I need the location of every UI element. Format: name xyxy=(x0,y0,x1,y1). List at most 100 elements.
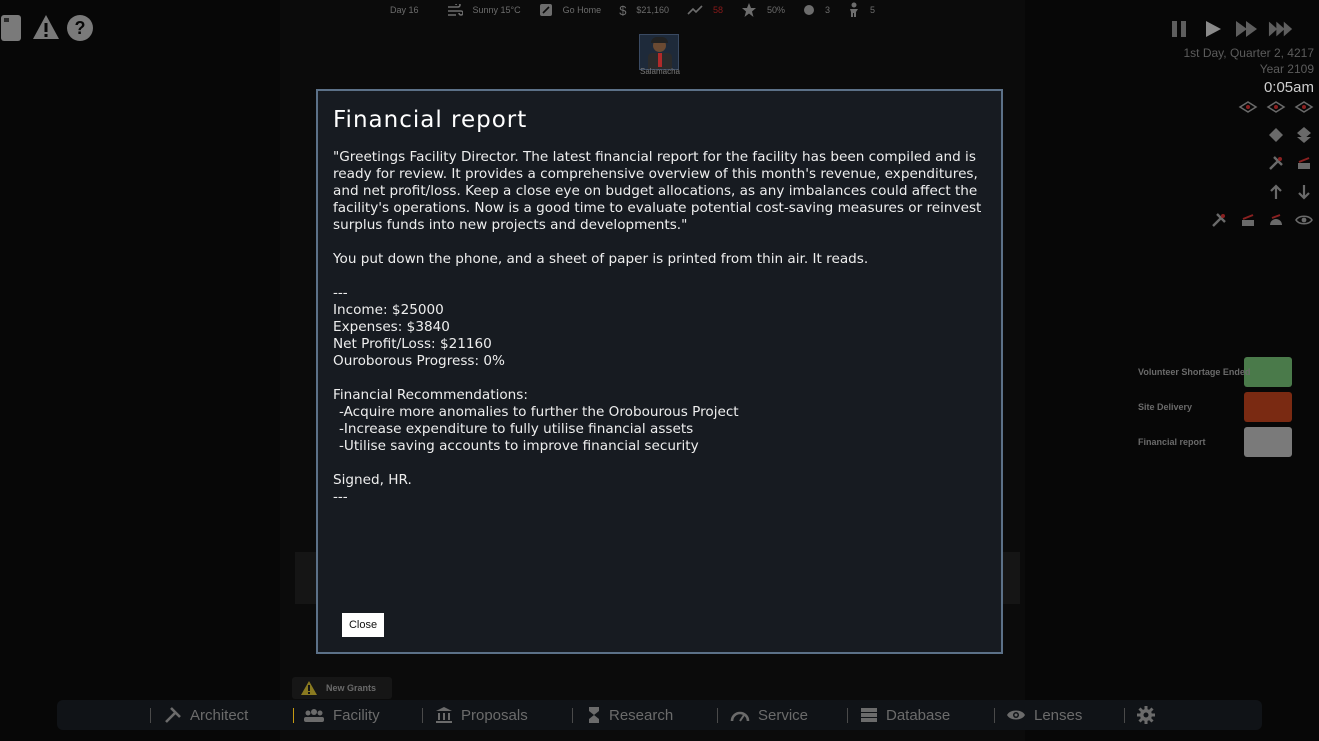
notification-volunteer-shortage[interactable]: Volunteer Shortage Ended xyxy=(1130,357,1292,387)
nav-lenses[interactable]: Lenses xyxy=(1006,700,1082,730)
layer-middle-icon[interactable] xyxy=(1265,98,1287,116)
close-button[interactable]: Close xyxy=(342,613,384,637)
speed-controls xyxy=(1166,18,1294,40)
demolish-icon[interactable] xyxy=(1293,154,1315,172)
morale-text: 50% xyxy=(766,5,785,15)
income-line: Income: $25000 xyxy=(333,302,444,318)
person-icon xyxy=(848,2,860,18)
count-b-stat: 5 xyxy=(848,2,875,18)
day-stat: Day 16 xyxy=(390,5,429,15)
phone-icon[interactable] xyxy=(0,14,24,42)
nav-label: Facility xyxy=(333,706,380,724)
nav-label: Service xyxy=(758,706,809,724)
eye-icon[interactable] xyxy=(1293,211,1315,229)
trend-icon xyxy=(687,5,703,15)
help-icon[interactable]: ? xyxy=(66,14,94,42)
wall-icon[interactable] xyxy=(1265,211,1287,229)
floor-icon[interactable] xyxy=(1237,211,1259,229)
nav-facility[interactable]: Facility xyxy=(303,700,380,730)
fast-forward-icon[interactable] xyxy=(1234,18,1260,40)
staff-name: Salamacha xyxy=(639,67,681,76)
recommendation-item: -Increase expenditure to fully utilise f… xyxy=(339,421,694,437)
net-line: Net Profit/Loss: $21160 xyxy=(333,336,492,352)
warning-icon xyxy=(300,680,318,696)
nav-research[interactable]: Research xyxy=(587,700,673,730)
single-layer-icon[interactable] xyxy=(1265,126,1287,144)
nav-separator-active xyxy=(293,708,294,723)
nav-label: Database xyxy=(886,706,951,724)
svg-text:?: ? xyxy=(75,18,86,38)
nav-service[interactable]: Service xyxy=(730,700,808,730)
recommendations-header: Financial Recommendations: xyxy=(333,387,528,403)
nav-separator xyxy=(572,708,573,723)
nav-database[interactable]: Database xyxy=(860,700,950,730)
bottom-navigation: Architect Facility Proposals Research Se… xyxy=(57,700,1262,730)
money-text: $21,160 xyxy=(636,5,669,15)
nav-separator xyxy=(847,708,848,723)
stacked-layers-icon[interactable] xyxy=(1293,126,1315,144)
dialog-title: Financial report xyxy=(333,107,528,133)
hammer-wrench-icon xyxy=(164,706,182,724)
pause-icon[interactable] xyxy=(1166,18,1192,40)
staff-avatar[interactable] xyxy=(639,34,679,70)
notification-label: Volunteer Shortage Ended xyxy=(1138,367,1251,377)
clock-time: 0:05am xyxy=(1263,79,1314,96)
date-line: 1st Day, Quarter 2, 4217 xyxy=(1183,46,1314,60)
nav-separator xyxy=(717,708,718,723)
nav-separator xyxy=(150,708,151,723)
nav-architect[interactable]: Architect xyxy=(164,700,248,730)
notification-label: Financial report xyxy=(1138,437,1206,447)
gauge-icon xyxy=(730,707,750,723)
count-a-text: 3 xyxy=(825,5,831,15)
notification-label: Site Delivery xyxy=(1138,402,1193,412)
status-bar: Day 16 Sunny 15°C Go Home $ $21,160 58 5… xyxy=(390,0,893,20)
notification-site-delivery[interactable]: Site Delivery xyxy=(1130,392,1292,422)
nav-separator xyxy=(422,708,423,723)
money-stat: $ $21,160 xyxy=(619,3,669,18)
notification-swatch xyxy=(1244,427,1292,457)
nav-proposals[interactable]: Proposals xyxy=(435,700,528,730)
new-grants-alert[interactable]: New Grants xyxy=(292,677,392,699)
weather-stat: Sunny 15°C xyxy=(447,4,521,16)
new-grants-label: New Grants xyxy=(326,683,377,693)
bug-icon xyxy=(803,4,815,16)
task-icon xyxy=(539,3,553,17)
nav-label: Proposals xyxy=(461,706,528,724)
people-icon xyxy=(303,708,325,722)
play-icon[interactable] xyxy=(1200,18,1226,40)
layer-down-icon[interactable] xyxy=(1237,98,1259,116)
trend-text: 58 xyxy=(712,5,723,15)
year-line: Year 2109 xyxy=(1259,62,1314,76)
task-text: Go Home xyxy=(562,5,602,15)
notification-swatch xyxy=(1244,357,1292,387)
eye-icon xyxy=(1006,708,1026,722)
layer-up-icon[interactable] xyxy=(1293,98,1315,116)
nav-separator xyxy=(994,708,995,723)
nav-settings[interactable] xyxy=(1136,700,1164,730)
arrow-down-icon[interactable] xyxy=(1293,183,1315,201)
database-icon xyxy=(860,707,878,723)
hourglass-icon xyxy=(587,706,601,724)
task-stat: Go Home xyxy=(539,3,602,17)
expenses-line: Expenses: $3840 xyxy=(333,319,450,335)
repair-icon[interactable] xyxy=(1208,211,1230,229)
warning-icon[interactable] xyxy=(32,14,60,40)
count-a-stat: 3 xyxy=(803,4,830,16)
signature: Signed, HR. xyxy=(333,472,412,488)
bank-icon xyxy=(435,706,453,724)
notification-financial-report[interactable]: Financial report xyxy=(1130,427,1292,457)
intro-text: "Greetings Facility Director. The latest… xyxy=(333,149,982,233)
nav-label: Research xyxy=(609,706,674,724)
financial-report-dialog: Financial report "Greetings Facility Dir… xyxy=(316,89,1003,654)
day-text: Day 16 xyxy=(390,5,419,15)
nav-label: Architect xyxy=(190,706,249,724)
recommendation-item: -Acquire more anomalies to further the O… xyxy=(339,404,739,420)
build-tools-icon[interactable] xyxy=(1265,154,1287,172)
trend-stat: 58 xyxy=(687,5,723,15)
recommendation-item: -Utilise saving accounts to improve fina… xyxy=(339,438,699,454)
arrow-up-icon[interactable] xyxy=(1265,183,1287,201)
fastest-forward-icon[interactable] xyxy=(1268,18,1294,40)
nav-label: Lenses xyxy=(1034,706,1083,724)
morale-stat: 50% xyxy=(741,2,785,18)
dollar-icon: $ xyxy=(619,2,627,18)
